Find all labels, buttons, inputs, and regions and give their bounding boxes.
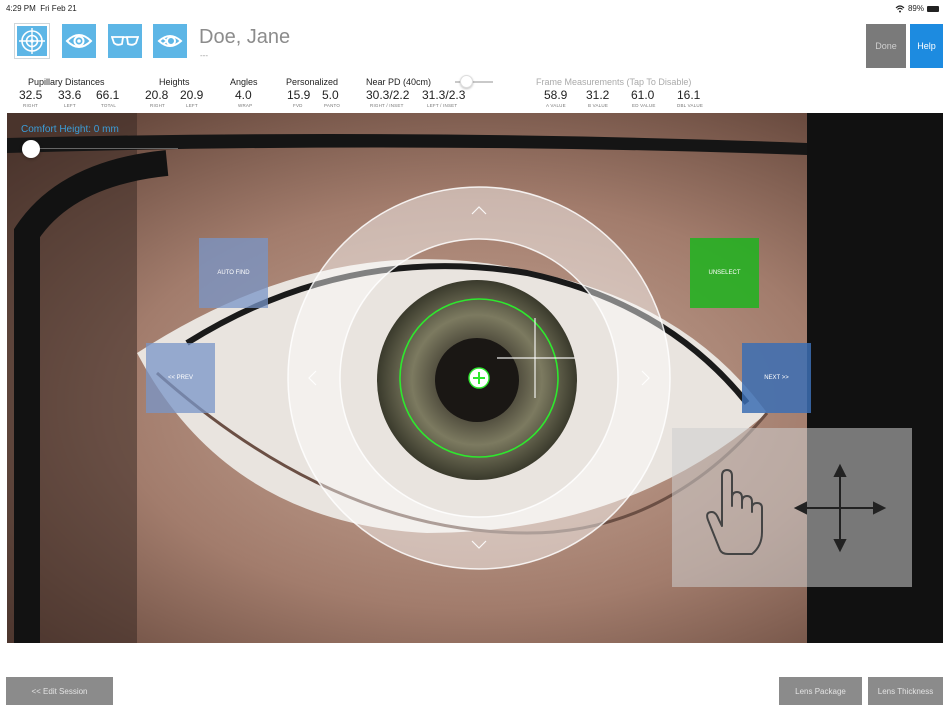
unselect-button[interactable]: UNSELECT xyxy=(690,238,759,308)
next-button[interactable]: NEXT >> xyxy=(742,343,811,413)
gesture-hint-panel xyxy=(672,428,912,587)
move-arrows-icon xyxy=(793,463,887,553)
auto-find-button[interactable]: AUTO FIND xyxy=(199,238,268,308)
hand-pointer-icon xyxy=(706,469,763,555)
gesture-hint-graphic xyxy=(706,463,887,555)
lens-package-button[interactable]: Lens Package xyxy=(779,677,862,705)
prev-button[interactable]: << PREV xyxy=(146,343,215,413)
app-root: 4:29 PM Fri Feb 21 89% Doe, Jane --- Don… xyxy=(0,0,943,706)
edit-session-button[interactable]: << Edit Session xyxy=(6,677,113,705)
lens-thickness-button[interactable]: Lens Thickness xyxy=(868,677,943,705)
